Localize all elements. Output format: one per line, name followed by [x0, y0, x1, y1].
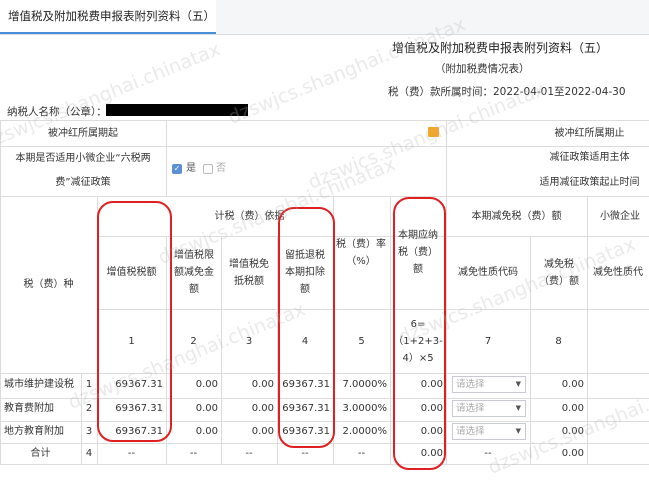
- col-num-8: 8: [555, 335, 562, 347]
- small-enterprise-question-1: 本期是否适用小微企业“六税两: [15, 153, 151, 164]
- total-vat: --: [127, 448, 136, 459]
- calendar-icon[interactable]: [428, 127, 439, 137]
- tax-period: 税（费）款所属时间：2022-04-01至2022-04-30: [388, 86, 626, 98]
- row2-no: 2: [85, 403, 93, 414]
- row3-payable: 0.00: [420, 426, 443, 437]
- total-limit: --: [189, 448, 198, 459]
- header-reduction-amount: 减免税（费）额: [539, 258, 579, 287]
- total-payable: 0.00: [420, 448, 443, 459]
- policy-period-label: 适用减征政策起止时间: [539, 177, 640, 188]
- row3-amount: 0.00: [561, 426, 584, 437]
- no-label: 否: [216, 163, 226, 174]
- row2-retained[interactable]: 69367.31: [277, 400, 333, 417]
- taxpayer-name-redacted: [106, 104, 248, 116]
- tab-attached-schedule-5[interactable]: 增值税及附加税费申报表附列资料（五）: [0, 0, 216, 34]
- row2-limit: 0.00: [195, 403, 218, 414]
- tab-bar: 增值税及附加税费申报表附列资料（五）: [0, 0, 649, 35]
- cancel-end-label: 被冲红所属期止: [554, 127, 625, 139]
- row2-amount: 0.00: [561, 403, 584, 414]
- col-num-6: 6=（1+2+3-4）×5: [393, 318, 443, 364]
- header-small-enterprise: 小微企业: [600, 210, 640, 222]
- cancel-start-label: 被冲红所属期起: [48, 127, 118, 139]
- header-vat-amount: 增值税税额: [106, 267, 157, 278]
- header-rate: 税（费）率（%）: [336, 238, 386, 267]
- header-tax-type: 税（费）种: [23, 279, 74, 290]
- chevron-down-icon: ▼: [515, 427, 521, 435]
- row3-limit: 0.00: [195, 426, 218, 437]
- row2-reduction-code-select[interactable]: 请选择 ▼: [452, 400, 526, 417]
- row2-name: 教育费附加: [4, 403, 54, 414]
- header-reduction-code-2: 减免性质代: [593, 267, 643, 278]
- row1-name: 城市维护建设税: [4, 379, 74, 390]
- row1-vat: 69367.31: [115, 379, 163, 390]
- header-payable: 本期应纳税（费）额: [398, 230, 438, 275]
- total-amount: 0.00: [561, 448, 584, 459]
- chevron-down-icon: ▼: [515, 380, 521, 388]
- col-num-2: 2: [190, 335, 197, 347]
- col-num-4: 4: [301, 335, 309, 347]
- header-reduction: 本期减免税（费）额: [471, 210, 562, 222]
- row2-rate: 3.0000%: [342, 403, 388, 414]
- taxpayer-label: 纳税人名称（公章）：: [7, 106, 107, 118]
- row2-vat: 69367.31: [115, 403, 163, 414]
- row1-limit: 0.00: [195, 379, 218, 390]
- header-basis: 计税（费）依据: [214, 210, 285, 222]
- col-num-5: 5: [358, 335, 365, 347]
- small-enterprise-question-2: 费”减征政策: [55, 177, 111, 188]
- header-vat-limit: 增值税限额减免金额: [174, 250, 214, 295]
- row1-no: 1: [85, 379, 93, 390]
- row3-exempt: 0.00: [251, 426, 274, 437]
- total-exempt: --: [245, 448, 253, 459]
- policy-subject-label: 减征政策适用主体: [549, 152, 630, 163]
- row1-amount: 0.00: [561, 379, 584, 390]
- row1-rate: 7.0000%: [342, 379, 388, 390]
- row1-retained[interactable]: 69367.31: [277, 376, 333, 393]
- header-reduction-code: 减免性质代码: [458, 267, 518, 278]
- form-subtitle: （附加税费情况表）: [435, 63, 530, 75]
- chevron-down-icon: ▼: [515, 404, 521, 412]
- total-code: --: [484, 448, 492, 459]
- row1-exempt: 0.00: [251, 379, 274, 390]
- row2-payable: 0.00: [420, 403, 443, 414]
- row3-retained[interactable]: 69367.31: [277, 423, 333, 440]
- header-vat-exempt: 增值税免抵税额: [229, 258, 269, 287]
- row2-exempt: 0.00: [251, 403, 274, 414]
- yes-checkbox[interactable]: ✓: [172, 164, 182, 174]
- total-rate: --: [357, 448, 366, 459]
- row3-no: 3: [85, 426, 93, 437]
- total-name: 合计: [30, 448, 51, 459]
- row3-rate: 2.0000%: [342, 426, 388, 437]
- row3-vat: 69367.31: [115, 426, 163, 437]
- row3-reduction-code-select[interactable]: 请选择 ▼: [452, 423, 526, 440]
- no-checkbox[interactable]: [203, 164, 213, 174]
- header-retained-credit: 留抵退税本期扣除额: [285, 250, 325, 295]
- form-title: 增值税及附加税费申报表附列资料（五）: [392, 41, 609, 55]
- yes-label: 是: [186, 163, 196, 174]
- row3-name: 地方教育附加: [4, 426, 64, 437]
- col-num-1: 1: [128, 335, 135, 347]
- total-no: 4: [85, 448, 93, 459]
- col-num-3: 3: [245, 335, 253, 347]
- col-num-7: 7: [484, 335, 492, 347]
- total-retained: --: [301, 448, 309, 459]
- row1-reduction-code-select[interactable]: 请选择 ▼: [452, 376, 526, 393]
- row1-payable: 0.00: [420, 379, 443, 390]
